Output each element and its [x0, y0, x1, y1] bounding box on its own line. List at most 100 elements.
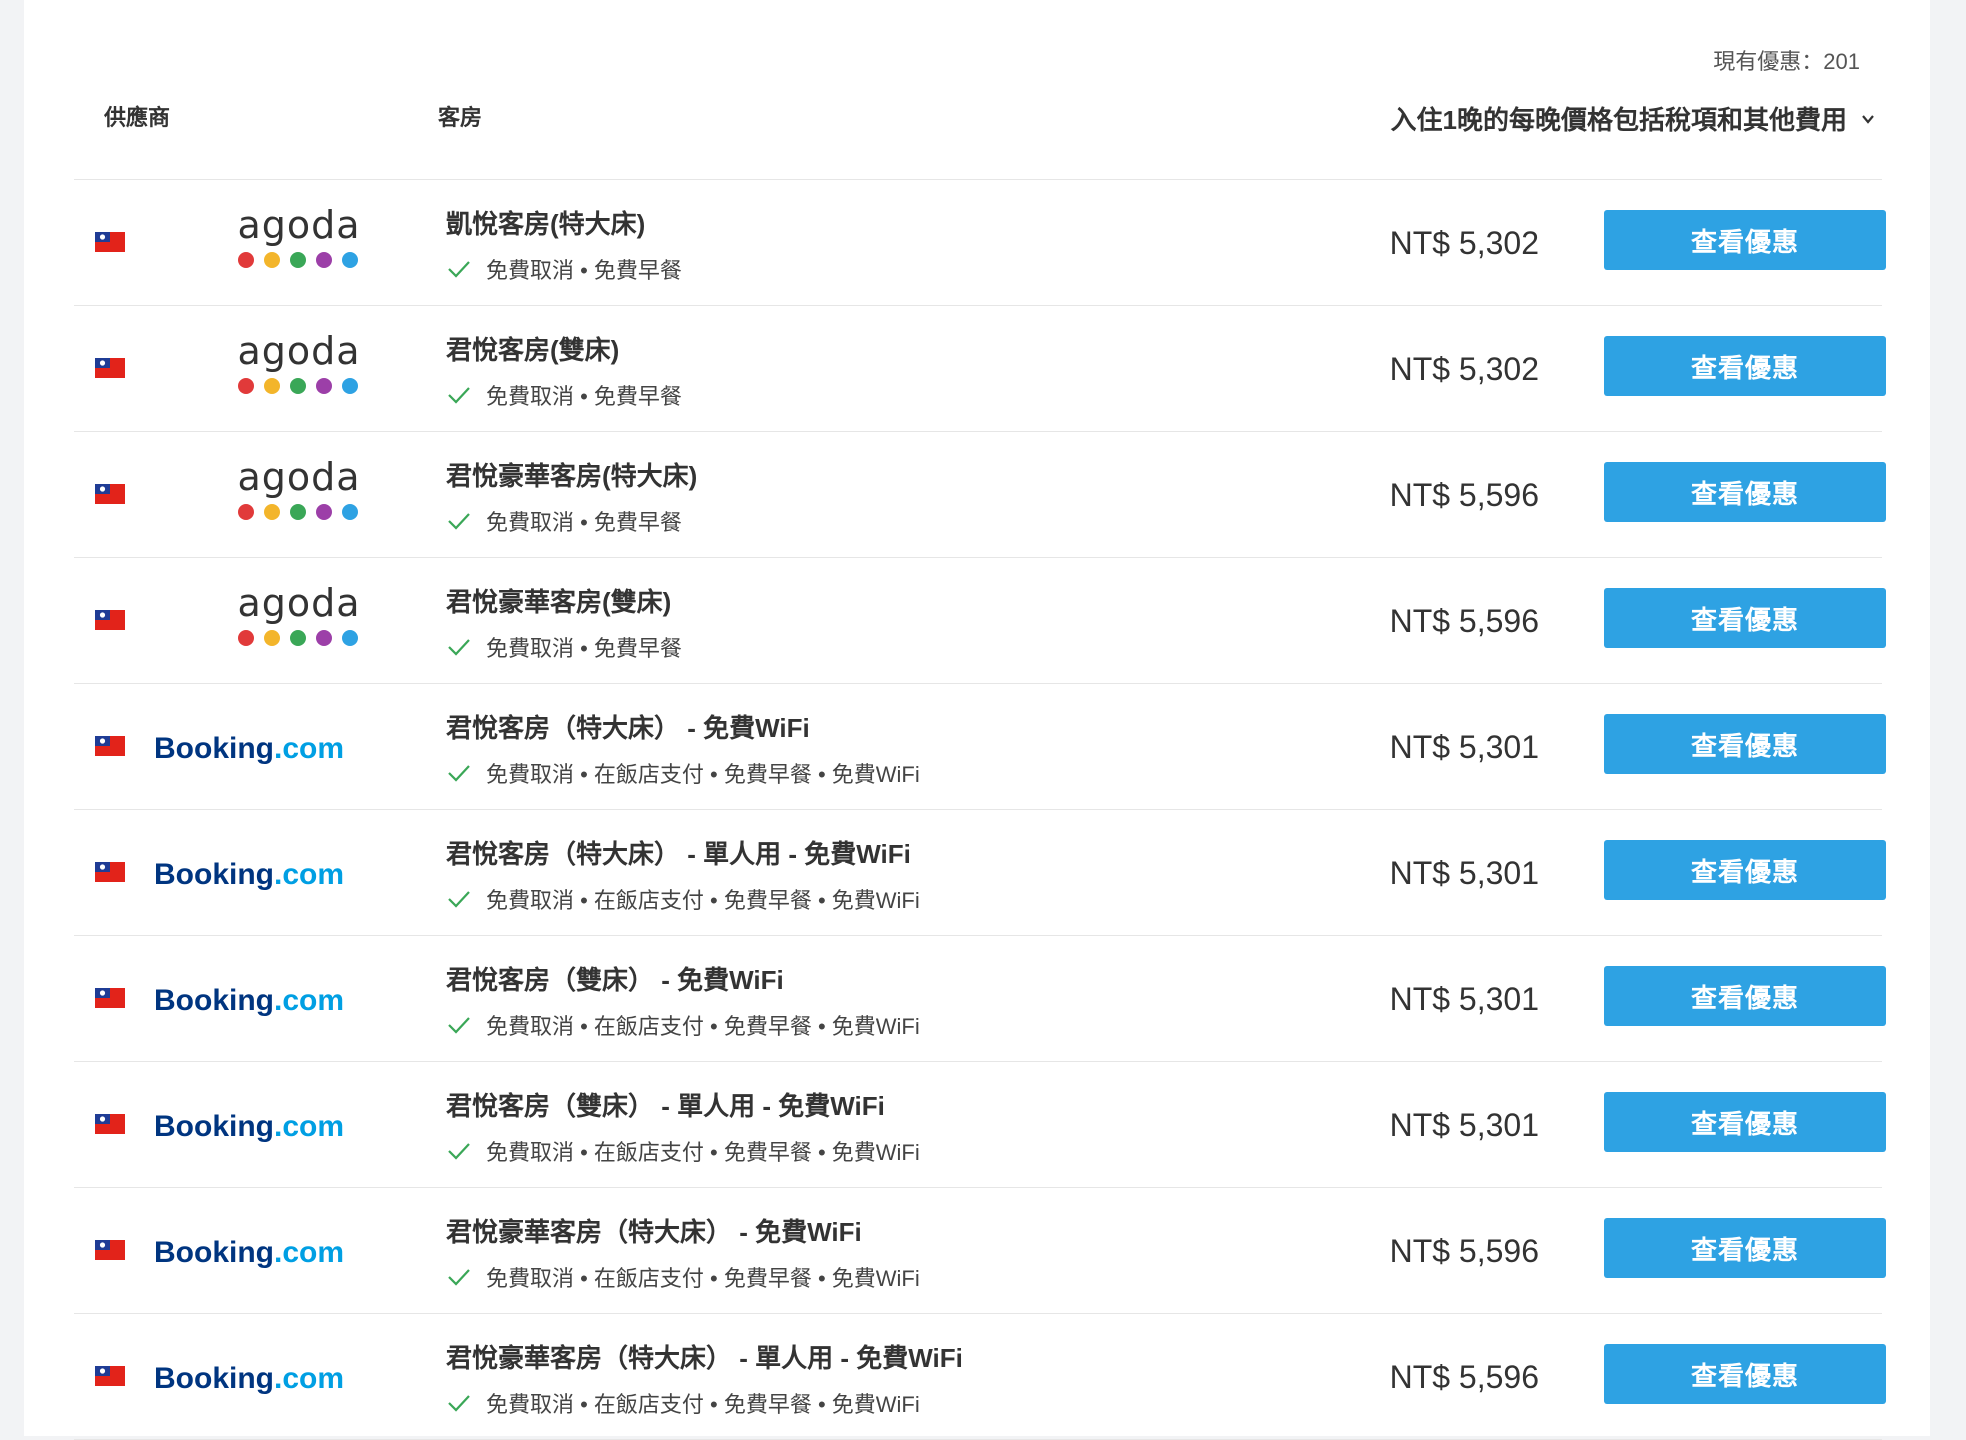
svg-text:agoda: agoda	[237, 329, 360, 373]
features-text: 免費取消 • 免費早餐	[486, 384, 682, 409]
view-deal-button[interactable]: 查看優惠	[1604, 840, 1886, 900]
room-title: 凱悅客房(特大床)	[446, 209, 646, 239]
offers-panel: 現有優惠：201 供應商 客房 入住1晚的每晚價格包括稅項和其他費用 agoda…	[24, 0, 1930, 1440]
price: NT$ 5,301	[1389, 1107, 1539, 1143]
room-title: 君悅客房（特大床） - 免費WiFi	[446, 713, 810, 743]
taiwan-flag-icon	[95, 736, 125, 756]
check-icon	[448, 1143, 470, 1160]
room-title: 君悅客房（雙床） - 單人用 - 免費WiFi	[446, 1091, 885, 1121]
svg-text:Booking.com: Booking.com	[154, 984, 344, 1017]
booking-logo-text: Booking.com	[154, 732, 344, 765]
view-deal-button[interactable]: 查看優惠	[1604, 336, 1886, 396]
offer-row: Booking.com 君悅客房（雙床） - 免費WiFi 免費取消 • 在飯店…	[74, 936, 1886, 1062]
price: NT$ 5,596	[1389, 603, 1539, 639]
room-features: 免費取消 • 免費早餐	[446, 505, 682, 537]
features-text: 免費取消 • 在飯店支付 • 免費早餐 • 免費WiFi	[486, 1014, 920, 1039]
check-icon	[448, 765, 470, 782]
features-text: 免費取消 • 免費早餐	[486, 258, 682, 283]
room-features: 免費取消 • 在飯店支付 • 免費早餐 • 免費WiFi	[446, 1135, 920, 1167]
features-text: 免費取消 • 在飯店支付 • 免費早餐 • 免費WiFi	[486, 762, 920, 787]
room-title: 君悅豪華客房（特大床） - 免費WiFi	[446, 1217, 862, 1247]
offer-row: agoda 君悅客房(雙床) 免費取消 • 免費早餐 NT$ 5,302 查看優…	[74, 306, 1886, 432]
agoda-logo: agoda	[237, 203, 360, 268]
agoda-logo: agoda	[237, 581, 360, 646]
price: NT$ 5,302	[1389, 225, 1539, 261]
taiwan-flag-icon	[95, 358, 125, 378]
chevron-down-icon	[1862, 114, 1874, 124]
offer-row: Booking.com 君悅客房（雙床） - 單人用 - 免費WiFi 免費取消…	[74, 1062, 1886, 1188]
offer-row: agoda 君悅豪華客房(特大床) 免費取消 • 免費早餐 NT$ 5,596 …	[74, 432, 1886, 558]
svg-text:Booking.com: Booking.com	[154, 1236, 344, 1269]
price: NT$ 5,596	[1389, 1359, 1539, 1395]
features-text: 免費取消 • 免費早餐	[486, 510, 682, 535]
offer-row: Booking.com 君悅客房（特大床） - 單人用 - 免費WiFi 免費取…	[74, 810, 1886, 936]
room-features: 免費取消 • 在飯店支付 • 免費早餐 • 免費WiFi	[446, 1009, 920, 1041]
view-deal-button[interactable]: 查看優惠	[1604, 462, 1886, 522]
room-title: 君悅豪華客房（特大床） - 單人用 - 免費WiFi	[446, 1343, 963, 1373]
booking-logo-text: Booking.com	[154, 1110, 344, 1143]
room-features: 免費取消 • 在飯店支付 • 免費早餐 • 免費WiFi	[446, 1261, 920, 1293]
view-deal-button[interactable]: 查看優惠	[1604, 588, 1886, 648]
features-text: 免費取消 • 在飯店支付 • 免費早餐 • 免費WiFi	[486, 1266, 920, 1291]
room-title: 君悅客房（特大床） - 單人用 - 免費WiFi	[446, 839, 911, 869]
room-features: 免費取消 • 免費早餐	[446, 631, 682, 663]
view-deal-button[interactable]: 查看優惠	[1604, 966, 1886, 1026]
offers-count: 現有優惠：201	[1713, 49, 1860, 74]
svg-text:Booking.com: Booking.com	[154, 1362, 344, 1395]
features-text: 免費取消 • 在飯店支付 • 免費早餐 • 免費WiFi	[486, 888, 920, 913]
booking-logo: Booking.com	[154, 1110, 344, 1143]
check-icon	[448, 891, 470, 908]
room-features: 免費取消 • 在飯店支付 • 免費早餐 • 免費WiFi	[446, 1387, 920, 1419]
features-text: 免費取消 • 在飯店支付 • 免費早餐 • 免費WiFi	[486, 1392, 920, 1417]
view-deal-button[interactable]: 查看優惠	[1604, 1092, 1886, 1152]
price-sort-dropdown[interactable]: 入住1晚的每晚價格包括稅項和其他費用	[1391, 100, 1875, 137]
offer-row: agoda 凱悅客房(特大床) 免費取消 • 免費早餐 NT$ 5,302 查看…	[74, 180, 1886, 306]
booking-logo: Booking.com	[154, 858, 344, 891]
taiwan-flag-icon	[95, 862, 125, 882]
booking-logo: Booking.com	[154, 1362, 344, 1395]
booking-logo: Booking.com	[154, 1236, 344, 1269]
booking-logo: Booking.com	[154, 984, 344, 1017]
check-icon	[448, 639, 470, 656]
booking-logo-text: Booking.com	[154, 1362, 344, 1395]
price-sort-label: 入住1晚的每晚價格包括稅項和其他費用	[1390, 105, 1847, 135]
offer-row: Booking.com 君悅豪華客房（特大床） - 單人用 - 免費WiFi 免…	[74, 1314, 1886, 1440]
column-header-room: 客房	[438, 105, 483, 130]
view-deal-button[interactable]: 查看優惠	[1604, 1344, 1886, 1404]
svg-text:agoda: agoda	[237, 581, 360, 625]
check-icon	[448, 1395, 470, 1412]
agoda-logo: agoda	[237, 329, 360, 394]
price: NT$ 5,302	[1389, 351, 1539, 387]
check-icon	[448, 1017, 470, 1034]
view-deal-button[interactable]: 查看優惠	[1604, 210, 1886, 270]
view-deal-button[interactable]: 查看優惠	[1604, 1218, 1886, 1278]
offer-row: agoda 君悅豪華客房(雙床) 免費取消 • 免費早餐 NT$ 5,596 查…	[74, 558, 1886, 684]
price: NT$ 5,596	[1389, 1233, 1539, 1269]
taiwan-flag-icon	[95, 484, 125, 504]
offer-list: agoda 凱悅客房(特大床) 免費取消 • 免費早餐 NT$ 5,302 查看…	[74, 179, 1886, 1440]
room-features: 免費取消 • 免費早餐	[446, 379, 682, 411]
offer-row: Booking.com 君悅豪華客房（特大床） - 免費WiFi 免費取消 • …	[74, 1188, 1886, 1314]
room-features: 免費取消 • 免費早餐	[446, 253, 682, 285]
features-text: 免費取消 • 免費早餐	[486, 636, 682, 661]
room-title: 君悅豪華客房(雙床)	[446, 587, 672, 617]
room-features: 免費取消 • 在飯店支付 • 免費早餐 • 免費WiFi	[446, 757, 920, 789]
room-title: 君悅客房（雙床） - 免費WiFi	[446, 965, 784, 995]
price: NT$ 5,596	[1389, 477, 1539, 513]
taiwan-flag-icon	[95, 610, 125, 630]
svg-text:Booking.com: Booking.com	[154, 732, 344, 765]
column-header-provider: 供應商	[104, 105, 171, 130]
check-icon	[448, 513, 470, 530]
taiwan-flag-icon	[95, 1366, 125, 1386]
check-icon	[448, 261, 470, 278]
price: NT$ 5,301	[1389, 855, 1539, 891]
booking-logo: Booking.com	[154, 732, 344, 765]
room-title: 君悅豪華客房(特大床)	[446, 461, 698, 491]
view-deal-button[interactable]: 查看優惠	[1604, 714, 1886, 774]
booking-logo-text: Booking.com	[154, 984, 344, 1017]
taiwan-flag-icon	[95, 988, 125, 1008]
price: NT$ 5,301	[1389, 981, 1539, 1017]
offer-row: Booking.com 君悅客房（特大床） - 免費WiFi 免費取消 • 在飯…	[74, 684, 1886, 810]
taiwan-flag-icon	[95, 232, 125, 252]
room-features: 免費取消 • 在飯店支付 • 免費早餐 • 免費WiFi	[446, 883, 920, 915]
